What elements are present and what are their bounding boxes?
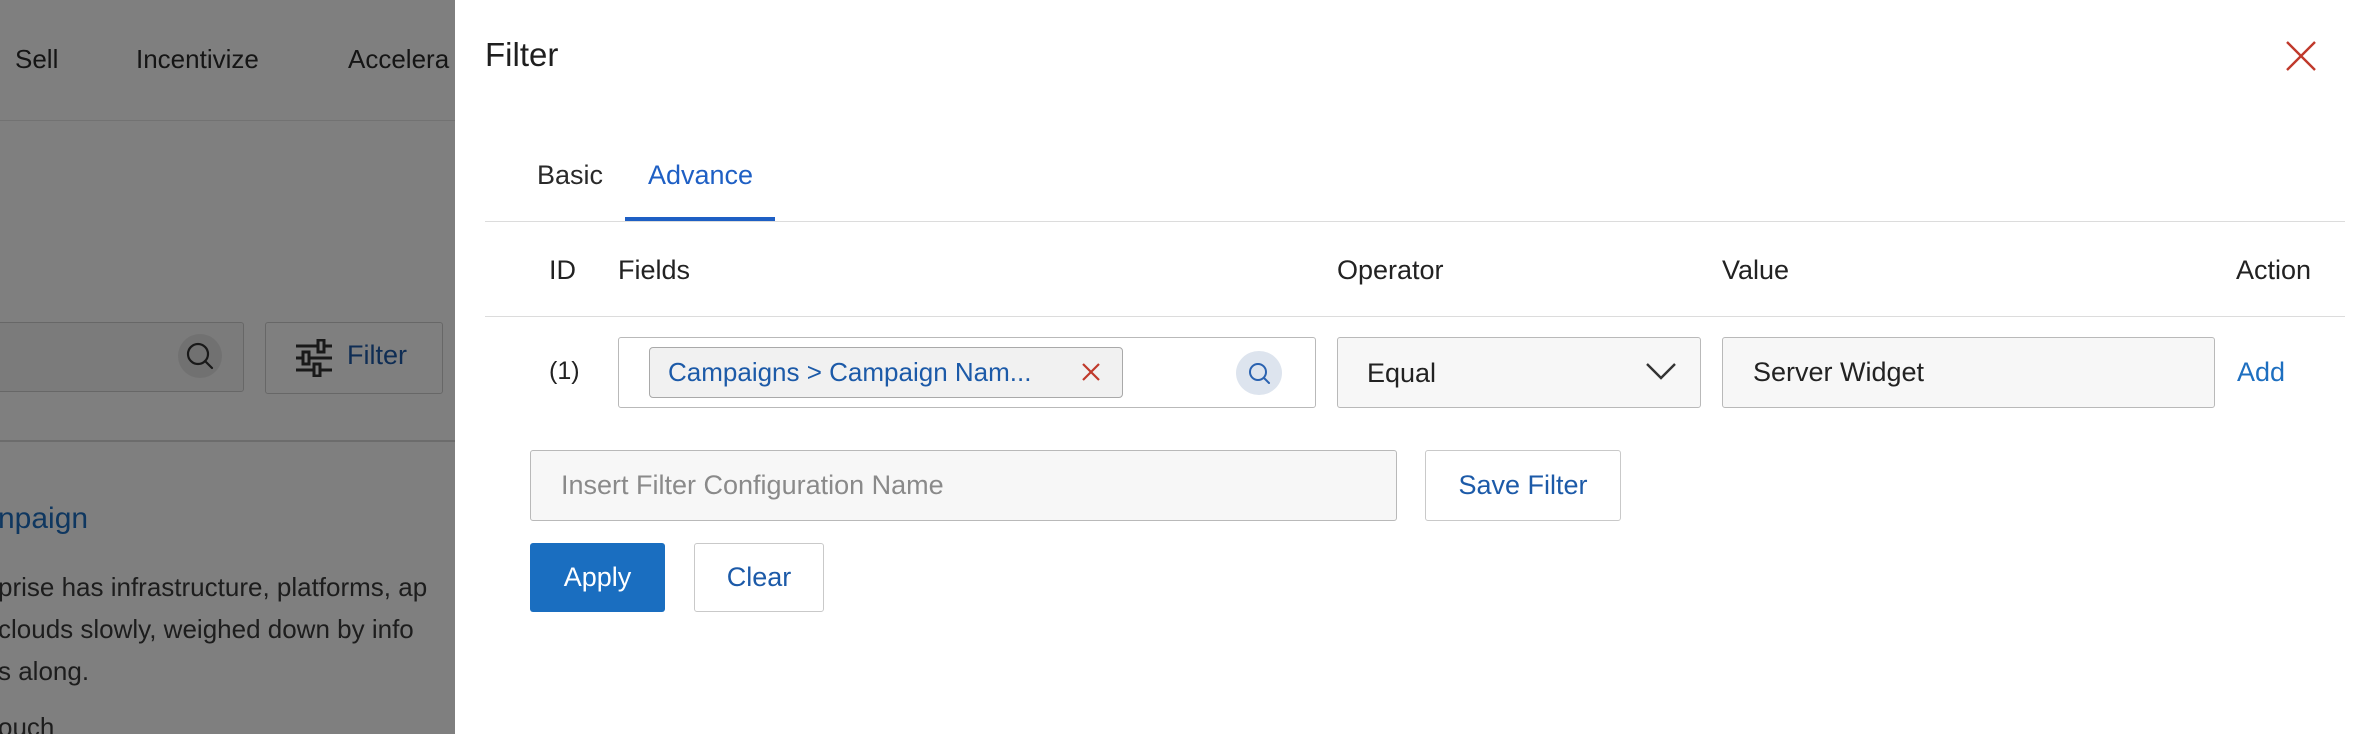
column-header-action: Action [2236,255,2312,285]
fields-search-button[interactable] [1236,351,1282,395]
search-icon [1249,363,1270,384]
remove-field-button[interactable] [1080,361,1102,383]
filter-drawer: Filter Basic Advance ID Fields Operator … [455,0,2375,734]
column-header-id: ID [549,255,576,285]
filter-configuration-name-input[interactable] [530,450,1397,521]
tabs-divider [485,221,2345,222]
column-header-value: Value [1722,255,1790,285]
clear-button[interactable]: Clear [694,543,824,612]
close-icon [2286,41,2316,71]
operator-selected-value: Equal [1367,358,1437,388]
add-condition-link[interactable]: Add [2237,357,2285,388]
apply-button[interactable]: Apply [530,543,665,612]
table-header-divider [485,316,2345,317]
column-header-fields: Fields [618,255,691,285]
drawer-title: Filter [485,36,559,73]
tab-basic[interactable]: Basic [537,160,603,191]
value-input[interactable] [1722,337,2215,408]
field-chip-label: Campaigns > Campaign Nam... [668,357,1032,387]
modal-overlay[interactable] [0,0,455,734]
row-id: (1) [549,357,580,385]
column-header-operator: Operator [1337,255,1444,285]
chevron-down-icon [1646,363,1676,380]
tab-advance[interactable]: Advance [648,160,753,191]
save-filter-button[interactable]: Save Filter [1425,450,1621,521]
remove-icon [1082,363,1100,381]
close-button[interactable] [2281,36,2321,76]
